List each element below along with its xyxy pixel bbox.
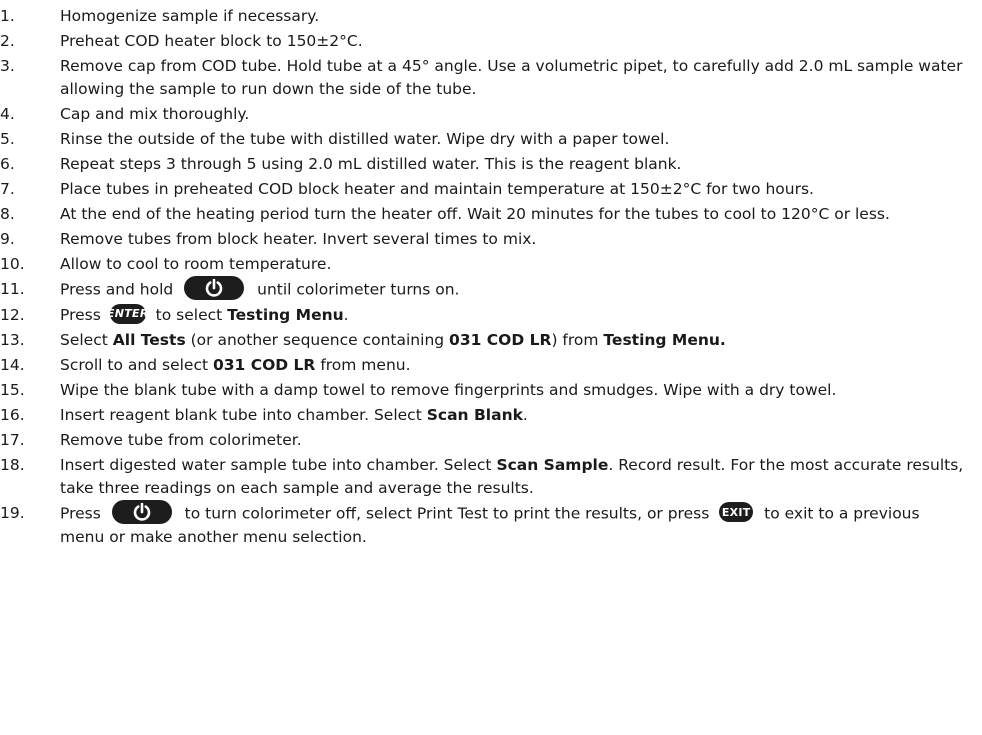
step-3: 3. Remove cap from COD tube. Hold tube a… [0, 55, 982, 101]
step-number: 16. [0, 406, 25, 424]
step-text: Place tubes in preheated COD block heate… [60, 180, 814, 198]
step-number: 12. [0, 306, 25, 324]
step-10: 10. Allow to cool to room temperature. [0, 253, 982, 276]
step-text-part: to select [155, 306, 223, 324]
step-text-part: Press [60, 306, 101, 324]
step-text-part: Press [60, 504, 101, 523]
step-text: Wipe the blank tube with a damp towel to… [60, 381, 837, 399]
menu-option: All Tests [112, 331, 186, 349]
step-number: 19. [0, 504, 25, 522]
step-number: 9. [0, 230, 15, 248]
step-number: 15. [0, 381, 25, 399]
step-text-part: Select [60, 331, 108, 349]
step-15: 15. Wipe the blank tube with a damp towe… [0, 379, 982, 402]
step-text: At the end of the heating period turn th… [60, 205, 890, 223]
step-4: 4. Cap and mix thoroughly. [0, 103, 982, 126]
step-text: Remove tubes from block heater. Invert s… [60, 230, 537, 248]
step-number: 7. [0, 180, 15, 198]
step-text: Repeat steps 3 through 5 using 2.0 mL di… [60, 155, 682, 173]
step-number: 3. [0, 57, 15, 75]
step-text: Remove cap from COD tube. Hold tube at a… [60, 57, 963, 98]
step-text: Press to turn colorimeter off, select Pr… [60, 500, 982, 549]
step-text-part: Scroll to and select [60, 356, 209, 374]
procedure-steps: 1. Homogenize sample if necessary. 2. Pr… [0, 0, 982, 549]
step-text-part: (or another sequence containing [190, 331, 445, 349]
step-19: 19. Press to turn colorimeter off, selec… [0, 500, 982, 549]
step-text-part: ) from [551, 331, 599, 349]
step-11: 11. Press and hold until colorimeter tur… [0, 276, 982, 302]
step-number: 11. [0, 280, 25, 298]
step-text: Insert digested water sample tube into c… [60, 454, 982, 500]
step-text: Cap and mix thoroughly. [60, 105, 250, 123]
step-text: Press and hold until colorimeter turns o… [60, 276, 982, 302]
step-number: 14. [0, 356, 25, 374]
step-text: Preheat COD heater block to 150±2°C. [60, 32, 363, 50]
test-name: 031 COD LR [449, 331, 552, 349]
power-icon [111, 500, 172, 524]
step-number: 5. [0, 130, 15, 148]
step-5: 5. Rinse the outside of the tube with di… [0, 128, 982, 151]
step-17: 17. Remove tube from colorimeter. [0, 429, 982, 452]
step-text: Insert reagent blank tube into chamber. … [60, 404, 982, 427]
step-6: 6. Repeat steps 3 through 5 using 2.0 mL… [0, 153, 982, 176]
step-text: Select All Tests (or another sequence co… [60, 329, 982, 352]
step-text-part: . [343, 306, 349, 324]
step-number: 13. [0, 331, 25, 349]
step-text-part: Insert reagent blank tube into chamber. … [60, 406, 422, 424]
step-18: 18. Insert digested water sample tube in… [0, 454, 982, 500]
step-number: 8. [0, 205, 15, 223]
step-text: Allow to cool to room temperature. [60, 255, 332, 273]
step-text: Scroll to and select 031 COD LR from men… [60, 354, 982, 377]
step-text-part: to turn colorimeter off, select Print Te… [184, 504, 710, 523]
step-text: Press ENTER to select Testing Menu. [60, 303, 982, 327]
step-number: 1. [0, 7, 15, 25]
step-text-part: until colorimeter turns on. [257, 280, 460, 299]
step-text: Remove tube from colorimeter. [60, 431, 302, 449]
step-12: 12. Press ENTER to select Testing Menu. [0, 303, 982, 327]
step-1: 1. Homogenize sample if necessary. [0, 5, 982, 28]
test-name: 031 COD LR [212, 356, 316, 374]
step-number: 4. [0, 105, 15, 123]
step-14: 14. Scroll to and select 031 COD LR from… [0, 354, 982, 377]
step-text-part: Press and hold [60, 280, 174, 299]
step-text-part: from menu. [320, 356, 411, 374]
step-number: 17. [0, 431, 25, 449]
step-number: 2. [0, 32, 15, 50]
step-9: 9. Remove tubes from block heater. Inver… [0, 228, 982, 251]
step-text-part: . [522, 406, 528, 424]
menu-option: Scan Sample [496, 456, 609, 474]
menu-name: Testing Menu. [603, 331, 726, 349]
exit-button-icon: EXIT [719, 502, 754, 522]
menu-option: Scan Blank [426, 406, 523, 424]
enter-button-icon: ENTER [107, 303, 148, 324]
procedure-page: 1. Homogenize sample if necessary. 2. Pr… [0, 0, 982, 735]
menu-name: Testing Menu [227, 306, 344, 324]
step-7: 7. Place tubes in preheated COD block he… [0, 178, 982, 201]
step-number: 6. [0, 155, 15, 173]
power-icon [184, 276, 245, 300]
step-number: 10. [0, 255, 25, 273]
step-2: 2. Preheat COD heater block to 150±2°C. [0, 30, 982, 53]
step-13: 13. Select All Tests (or another sequenc… [0, 329, 982, 352]
step-text-part: Insert digested water sample tube into c… [60, 456, 492, 474]
step-16: 16. Insert reagent blank tube into chamb… [0, 404, 982, 427]
step-text: Rinse the outside of the tube with disti… [60, 130, 670, 148]
step-number: 18. [0, 456, 25, 474]
step-text: Homogenize sample if necessary. [60, 7, 320, 25]
step-8: 8. At the end of the heating period turn… [0, 203, 982, 226]
